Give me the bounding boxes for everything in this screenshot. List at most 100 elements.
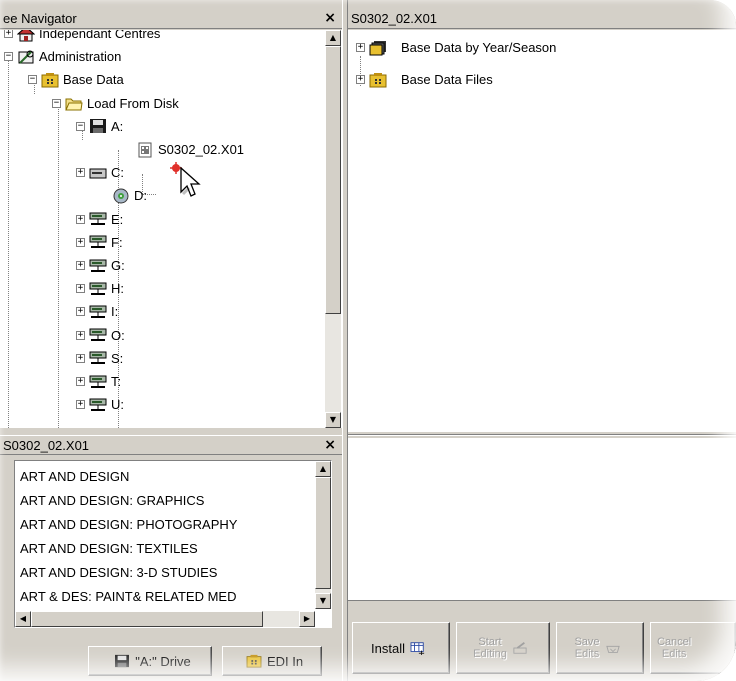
right-tree-node-label: Base Data Files — [401, 72, 493, 87]
list-scroll-thumb[interactable] — [315, 477, 331, 589]
cancel-edits-button[interactable]: Cancel Edits — [650, 622, 736, 674]
tree-expander-icon[interactable]: + — [76, 261, 85, 270]
cancel-edits-label-1: Cancel — [657, 636, 692, 648]
tree-node-administration[interactable]: − Administration — [4, 45, 121, 68]
a-drive-button[interactable]: "A:" Drive — [88, 646, 212, 676]
network-drive-icon — [89, 212, 107, 226]
tree-expander-icon[interactable]: − — [4, 52, 13, 62]
right-tree-node-1[interactable]: + Base Data Files — [356, 68, 493, 91]
tree-expander-icon[interactable]: − — [52, 98, 61, 108]
app-window: ee Navigator × + Independant Centres − Admi… — [0, 0, 736, 681]
list-scroll-down-icon[interactable]: ▼ — [315, 593, 331, 609]
tree-expander-icon[interactable]: + — [76, 330, 85, 340]
subject-list-item[interactable]: ART AND DESIGN: GRAPHICS — [20, 489, 204, 513]
tree-expander-icon[interactable]: + — [76, 237, 85, 247]
subject-list-vscroll[interactable]: ▲ ▼ — [315, 461, 331, 609]
data-file-icon — [138, 142, 152, 157]
tree-node-i[interactable]: + I: — [76, 300, 118, 323]
scroll-up-arrow-icon[interactable]: ▲ — [325, 30, 341, 46]
edit-pencil-icon — [513, 642, 527, 654]
navigator-close-icon[interactable]: × — [324, 9, 336, 28]
save-tray-icon — [605, 645, 620, 653]
install-label: Install — [371, 640, 405, 656]
list-hscroll-thumb[interactable] — [31, 611, 263, 627]
network-drive-icon — [89, 328, 107, 342]
tree-node-label: O: — [111, 327, 125, 343]
file-panel-title: S0302_02.X01 — [3, 438, 90, 453]
start-editing-button[interactable]: Start Editing — [456, 622, 550, 674]
tree-expander-icon[interactable]: + — [4, 30, 13, 38]
tree-node-t[interactable]: + T: — [76, 370, 121, 393]
tree-node-independant-centres[interactable]: + Independant Centres — [4, 30, 160, 45]
tree-node-a[interactable]: − A: — [76, 115, 123, 138]
scroll-thumb[interactable] — [325, 46, 341, 314]
tree-node-o[interactable]: + O: — [76, 324, 125, 347]
tree-expander-icon[interactable]: + — [76, 284, 85, 294]
tree-node-c[interactable]: + C: — [76, 161, 124, 184]
tree-node-label: Independant Centres — [39, 30, 161, 41]
tree-expander-icon[interactable]: + — [76, 400, 85, 410]
tree-expander-icon[interactable]: + — [76, 168, 85, 178]
tree-node-label: D: — [134, 188, 147, 204]
data-stack-icon — [369, 40, 386, 55]
navigator-scrollbar[interactable]: ▲ ▼ — [325, 30, 341, 428]
right-tree-node-label: Base Data by Year/Season — [401, 40, 557, 55]
tree-node-label: C: — [111, 165, 124, 181]
base-data-icon — [369, 72, 387, 87]
cd-drive-icon — [113, 188, 129, 204]
subject-list-hscroll[interactable]: ◀ ▶ — [15, 611, 315, 627]
subject-list-item[interactable]: ART AND DESIGN: TEXTILES — [20, 537, 198, 561]
save-edits-button[interactable]: Save Edits — [556, 622, 644, 674]
a-drive-label: "A:" Drive — [135, 653, 191, 669]
list-scroll-left-icon[interactable]: ◀ — [15, 611, 31, 627]
scroll-down-arrow-icon[interactable]: ▼ — [325, 412, 341, 428]
base-data-icon — [41, 72, 59, 88]
tree-node-u[interactable]: + U: — [76, 393, 124, 416]
navigator-tree: + Independant Centres − Administration − Base… — [0, 30, 342, 428]
tree-node-h[interactable]: + H: — [76, 277, 124, 300]
file-panel-close-icon[interactable]: × — [324, 436, 336, 455]
right-tree-node-0[interactable]: + Base Data by Year/Season — [356, 36, 556, 59]
home-icon — [17, 30, 35, 41]
tree-node-f[interactable]: + F: — [76, 231, 123, 254]
subject-list-item[interactable]: ART AND DESIGN: PHOTOGRAPHY — [20, 513, 237, 537]
edi-in-button[interactable]: EDI In — [222, 646, 322, 676]
tree-expander-icon[interactable]: + — [356, 43, 365, 52]
tree-node-base-data[interactable]: − Base Data — [28, 68, 124, 91]
tree-expander-icon[interactable]: + — [356, 75, 365, 84]
tree-node-e[interactable]: + E: — [76, 208, 123, 231]
tree-node-label: Base Data — [63, 72, 124, 88]
tree-expander-icon[interactable]: + — [76, 214, 85, 224]
tree-expander-icon[interactable]: + — [76, 377, 85, 386]
list-scroll-up-icon[interactable]: ▲ — [315, 461, 331, 477]
tree-expander-icon[interactable]: + — [76, 307, 85, 317]
navigator-titlebar: ee Navigator × — [0, 9, 342, 29]
tree-node-label: T: — [111, 374, 122, 389]
tree-node-label: I: — [111, 304, 119, 320]
tree-node-label: U: — [111, 397, 124, 413]
tree-node-load-from-disk[interactable]: − Load From Disk — [52, 92, 179, 115]
folder-open-icon — [65, 98, 83, 111]
tree-expander-icon[interactable]: − — [28, 75, 37, 85]
tree-node-g[interactable]: + G: — [76, 254, 125, 277]
save-edits-label-1: Save — [574, 636, 600, 648]
right-tree: + Base Data by Year/Season + Base Data File… — [348, 30, 736, 432]
file-panel-titlebar: S0302_02.X01 × — [0, 435, 342, 455]
tree-expander-icon[interactable]: − — [76, 121, 85, 131]
tree-node-d[interactable]: D: — [112, 184, 147, 207]
network-drive-icon — [89, 259, 107, 272]
hard-drive-icon — [89, 168, 107, 179]
subject-list-item[interactable]: ART AND DESIGN: 3-D STUDIES — [20, 561, 217, 585]
tree-node-s[interactable]: + S: — [76, 347, 123, 370]
install-button[interactable]: Install — [352, 622, 450, 674]
subject-list-item[interactable]: ART & DES: PAINT& RELATED MED — [20, 585, 236, 609]
base-data-icon — [246, 654, 262, 668]
subject-list-item[interactable]: ART AND DESIGN — [20, 465, 129, 489]
list-scroll-right-icon[interactable]: ▶ — [299, 611, 315, 627]
subject-list: ART AND DESIGN ART AND DESIGN: GRAPHICS AR… — [14, 460, 332, 628]
floppy-disk-icon — [90, 119, 106, 134]
start-editing-label-1: Start — [478, 636, 502, 648]
network-drive-icon — [89, 305, 107, 318]
horizontal-splitter[interactable] — [348, 434, 736, 436]
tree-expander-icon[interactable]: + — [76, 353, 85, 363]
